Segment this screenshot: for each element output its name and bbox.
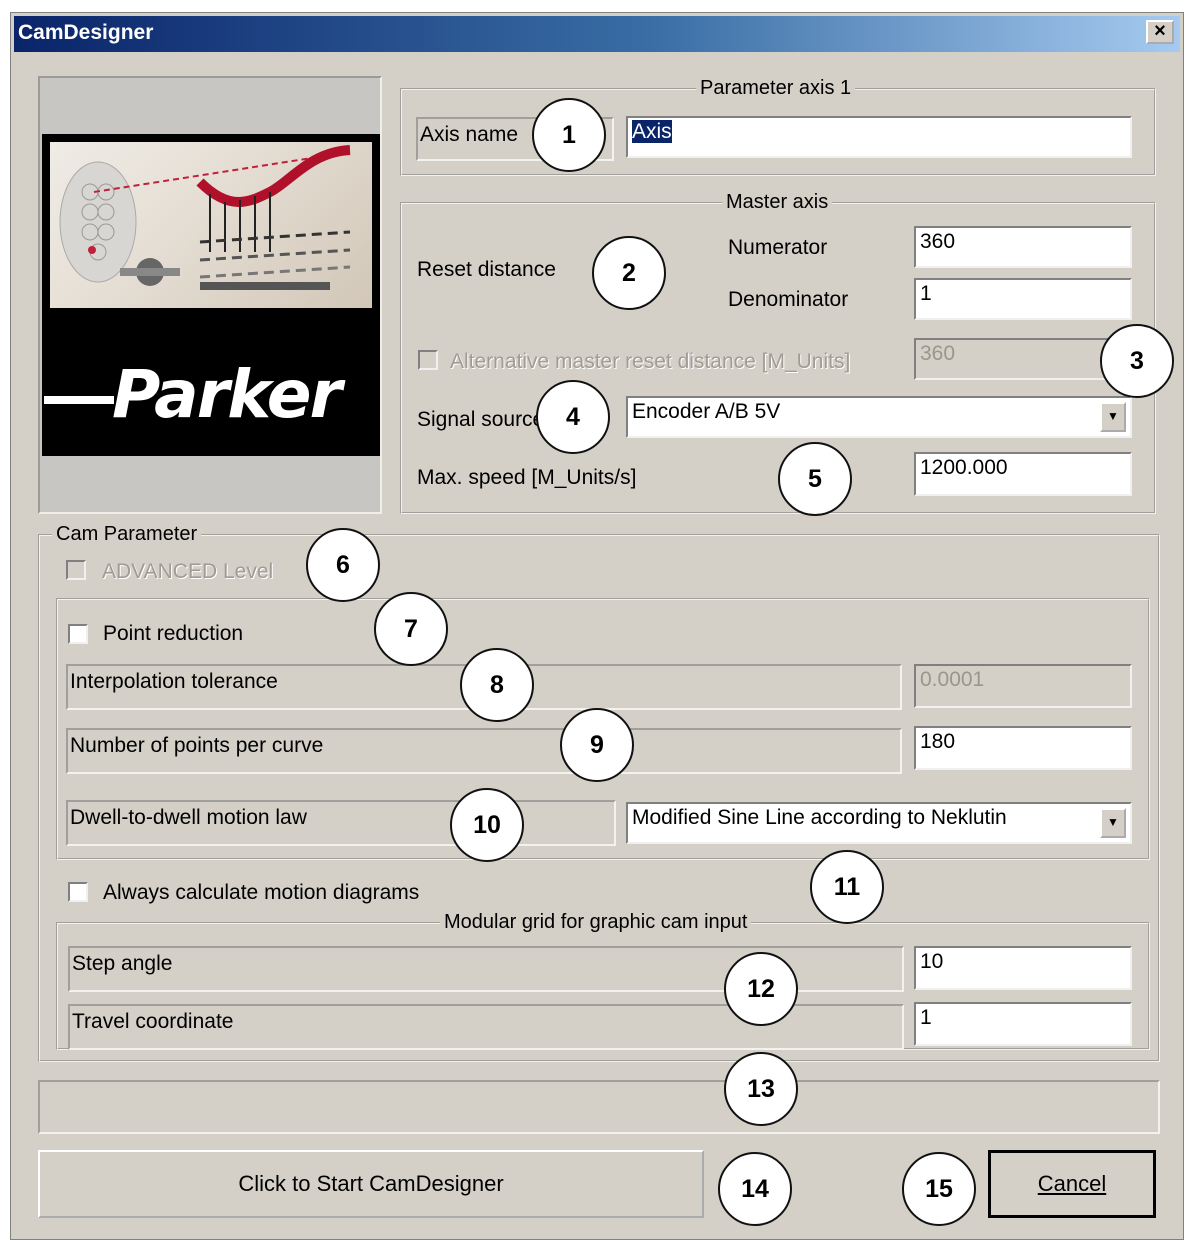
- axis-name-input[interactable]: Axis: [626, 116, 1132, 158]
- axis-name-value: Axis: [632, 120, 672, 143]
- close-button[interactable]: ×: [1146, 20, 1174, 44]
- callout-15: 15: [902, 1152, 976, 1226]
- parker-logo: Parker: [112, 356, 342, 433]
- travel-coordinate-input[interactable]: 1: [914, 1002, 1132, 1046]
- callout-2: 2: [592, 236, 666, 310]
- max-speed-label: Max. speed [M_Units/s]: [417, 466, 637, 489]
- master-axis-legend: Master axis: [722, 191, 833, 214]
- interpolation-tolerance-input[interactable]: 0.0001: [914, 664, 1132, 708]
- always-calc-label: Always calculate motion diagrams: [103, 881, 420, 904]
- modular-grid-legend: Modular grid for graphic cam input: [440, 911, 752, 934]
- denominator-label: Denominator: [728, 288, 849, 311]
- callout-14: 14: [718, 1152, 792, 1226]
- parameter-axis-legend: Parameter axis 1: [696, 77, 856, 100]
- motion-law-label: Dwell-to-dwell motion law: [66, 800, 616, 846]
- cam-illustration: [50, 142, 372, 308]
- callout-8: 8: [460, 648, 534, 722]
- callout-11: 11: [810, 850, 884, 924]
- step-angle-input[interactable]: 10: [914, 946, 1132, 990]
- signal-source-select[interactable]: Encoder A/B 5V: [626, 396, 1132, 438]
- callout-10: 10: [450, 788, 524, 862]
- start-camdesigner-button[interactable]: Click to Start CamDesigner: [38, 1150, 704, 1218]
- chevron-down-icon[interactable]: ▼: [1100, 808, 1126, 838]
- numerator-label: Numerator: [728, 236, 828, 259]
- numerator-input[interactable]: 360: [914, 226, 1132, 268]
- chevron-down-icon[interactable]: ▼: [1100, 402, 1126, 432]
- point-reduction-checkbox[interactable]: [68, 624, 88, 644]
- callout-3: 3: [1100, 324, 1174, 398]
- signal-source-label: Signal source: [417, 408, 545, 431]
- denominator-input[interactable]: 1: [914, 278, 1132, 320]
- advanced-level-checkbox[interactable]: [66, 560, 86, 580]
- callout-5: 5: [778, 442, 852, 516]
- reset-distance-label: Reset distance: [417, 258, 556, 281]
- callout-1: 1: [532, 98, 606, 172]
- callout-4: 4: [536, 380, 610, 454]
- callout-7: 7: [374, 592, 448, 666]
- title-bar[interactable]: [14, 16, 1180, 52]
- points-per-curve-input[interactable]: 180: [914, 726, 1132, 770]
- max-speed-input[interactable]: 1200.000: [914, 452, 1132, 496]
- callout-9: 9: [560, 708, 634, 782]
- advanced-level-label: ADVANCED Level: [102, 560, 274, 583]
- motion-law-select[interactable]: Modified Sine Line according to Neklutin: [626, 802, 1132, 844]
- status-bar: [38, 1080, 1160, 1134]
- window-title: CamDesigner: [18, 21, 154, 44]
- logo-bar: [44, 396, 114, 404]
- always-calc-checkbox[interactable]: [68, 882, 88, 902]
- cancel-button[interactable]: Cancel: [988, 1150, 1156, 1218]
- points-per-curve-label: Number of points per curve: [66, 728, 902, 774]
- alt-reset-checkbox[interactable]: [418, 350, 438, 370]
- callout-6: 6: [306, 528, 380, 602]
- callout-13: 13: [724, 1052, 798, 1126]
- point-reduction-label: Point reduction: [103, 622, 244, 645]
- callout-12: 12: [724, 952, 798, 1026]
- alt-reset-label: Alternative master reset distance [M_Uni…: [450, 350, 851, 373]
- cam-parameter-legend: Cam Parameter: [52, 523, 202, 546]
